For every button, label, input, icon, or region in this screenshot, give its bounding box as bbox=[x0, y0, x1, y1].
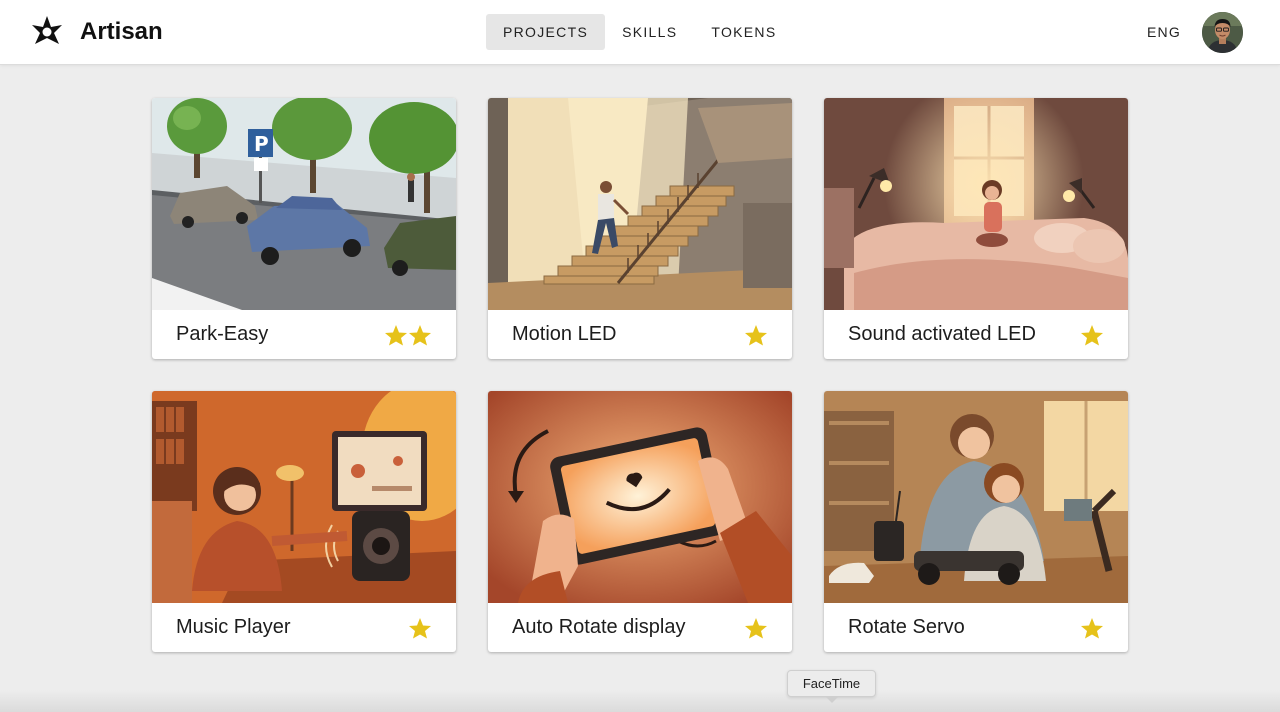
project-title: Motion LED bbox=[512, 323, 617, 345]
brand-name: Artisan bbox=[80, 18, 163, 45]
card-footer: Auto Rotate display bbox=[488, 603, 792, 652]
card-footer: Park-Easy bbox=[152, 310, 456, 359]
language-selector[interactable]: ENG bbox=[1147, 22, 1181, 42]
card-footer: Music Player bbox=[152, 603, 456, 652]
dock-shadow bbox=[0, 690, 1280, 712]
user-avatar[interactable] bbox=[1202, 12, 1243, 53]
brand-home-link[interactable]: Artisan bbox=[30, 14, 163, 50]
star-burst-icon bbox=[32, 16, 62, 44]
bedroom-clap-illustration bbox=[824, 98, 1128, 310]
star-icon bbox=[1081, 324, 1103, 345]
star-icon bbox=[745, 324, 767, 345]
avatar-image bbox=[1202, 12, 1243, 53]
parking-street-illustration: P bbox=[152, 98, 456, 310]
facetime-tooltip: FaceTime bbox=[787, 670, 876, 697]
project-card-auto-rotate-display[interactable]: Auto Rotate display bbox=[488, 391, 792, 652]
desk-speaker-illustration bbox=[152, 391, 456, 603]
project-card-rotate-servo[interactable]: Rotate Servo bbox=[824, 391, 1128, 652]
project-title: Sound activated LED bbox=[848, 323, 1036, 345]
svg-text:P: P bbox=[254, 132, 269, 156]
project-card-sound-activated-led[interactable]: Sound activated LED bbox=[824, 98, 1128, 359]
star-icon bbox=[409, 617, 431, 638]
card-footer: Motion LED bbox=[488, 310, 792, 359]
top-app-bar: Artisan PROJECTS SKILLS TOKENS ENG bbox=[0, 0, 1280, 65]
project-title: Rotate Servo bbox=[848, 616, 965, 638]
card-footer: Sound activated LED bbox=[824, 310, 1128, 359]
main-nav: PROJECTS SKILLS TOKENS bbox=[486, 14, 793, 50]
project-title: Auto Rotate display bbox=[512, 616, 686, 638]
star-icon bbox=[385, 324, 407, 345]
rc-car-workbench-illustration bbox=[824, 391, 1128, 603]
star-icon bbox=[1081, 617, 1103, 638]
card-footer: Rotate Servo bbox=[824, 603, 1128, 652]
project-title: Park-Easy bbox=[176, 323, 269, 345]
difficulty-stars bbox=[744, 324, 768, 346]
project-title: Music Player bbox=[176, 616, 291, 638]
project-card-music-player[interactable]: Music Player bbox=[152, 391, 456, 652]
stairs-motion-illustration bbox=[488, 98, 792, 310]
project-card-motion-led[interactable]: Motion LED bbox=[488, 98, 792, 359]
project-card-park-easy[interactable]: P Park-Easy bbox=[152, 98, 456, 359]
difficulty-stars bbox=[744, 617, 768, 639]
difficulty-stars bbox=[384, 324, 432, 346]
nav-projects[interactable]: PROJECTS bbox=[486, 14, 606, 50]
star-icon bbox=[745, 617, 767, 638]
tooltip-pointer bbox=[825, 696, 839, 703]
nav-skills[interactable]: SKILLS bbox=[605, 14, 694, 50]
nav-tokens[interactable]: TOKENS bbox=[694, 14, 793, 50]
difficulty-stars bbox=[408, 617, 432, 639]
difficulty-stars bbox=[1080, 324, 1104, 346]
rotating-tablet-illustration bbox=[488, 391, 792, 603]
star-icon bbox=[409, 324, 431, 345]
difficulty-stars bbox=[1080, 617, 1104, 639]
